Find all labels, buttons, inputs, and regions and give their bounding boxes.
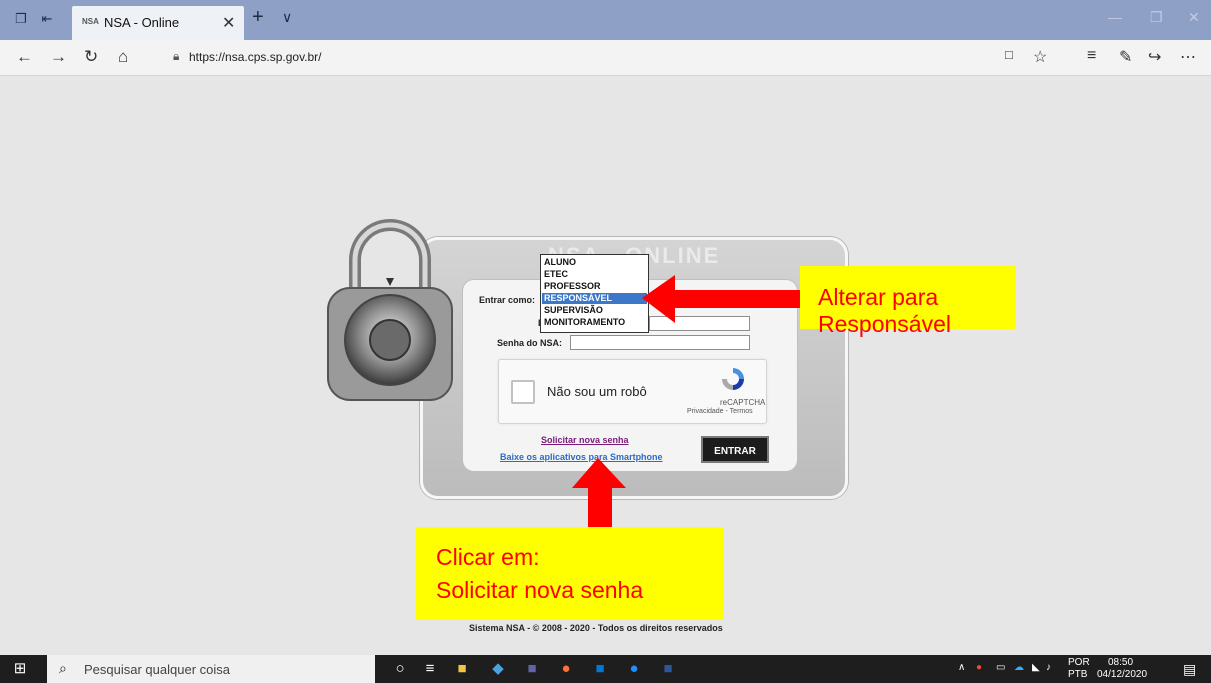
volume-icon[interactable]: ♪	[1046, 662, 1051, 673]
windows-taskbar: ⊞ ⌕ Pesquisar qualquer coisa ○ ≡ ■ ◆ ■ ●…	[0, 655, 1211, 683]
search-icon: ⌕	[59, 660, 67, 676]
notification-center-icon[interactable]: ▤	[1183, 661, 1196, 678]
taskbar-search-box[interactable]: ⌕ Pesquisar qualquer coisa	[47, 655, 375, 683]
battery-icon[interactable]: ▭	[996, 662, 1005, 673]
clock-date[interactable]: 04/12/2020	[1097, 669, 1147, 680]
clock-time[interactable]: 08:50	[1108, 657, 1133, 668]
word-icon[interactable]: ■	[658, 659, 678, 679]
teams-icon[interactable]: ■	[522, 659, 542, 679]
callout-line-1: Clicar em:	[436, 544, 540, 570]
callout-clicar-solicitar: Clicar em: Solicitar nova senha	[416, 527, 724, 620]
arrow-to-responsavel	[642, 275, 802, 323]
taskbar-search-placeholder: Pesquisar qualquer coisa	[84, 662, 230, 677]
onedrive-icon[interactable]: ☁	[1014, 662, 1024, 673]
language-indicator[interactable]: POR	[1068, 657, 1090, 668]
windows-start-icon[interactable]: ⊞	[10, 659, 30, 679]
tray-app-icon[interactable]: ●	[976, 662, 982, 673]
task-view-icon[interactable]: ≡	[420, 659, 440, 679]
firefox-icon[interactable]: ●	[556, 659, 576, 679]
show-hidden-icons-icon[interactable]: ∧	[958, 662, 965, 673]
file-explorer-icon[interactable]: ■	[452, 659, 472, 679]
app-icon-2[interactable]: ◆	[488, 659, 508, 679]
edge-icon[interactable]: ●	[624, 659, 644, 679]
wifi-icon[interactable]: ◣	[1032, 662, 1040, 673]
callout-alterar-responsavel: Alterar para Responsável	[800, 266, 1016, 337]
cortana-icon[interactable]: ○	[390, 659, 410, 679]
outlook-icon[interactable]: ■	[590, 659, 610, 679]
callout-line-2: Solicitar nova senha	[436, 577, 644, 603]
keyboard-layout[interactable]: PTB	[1068, 669, 1087, 680]
